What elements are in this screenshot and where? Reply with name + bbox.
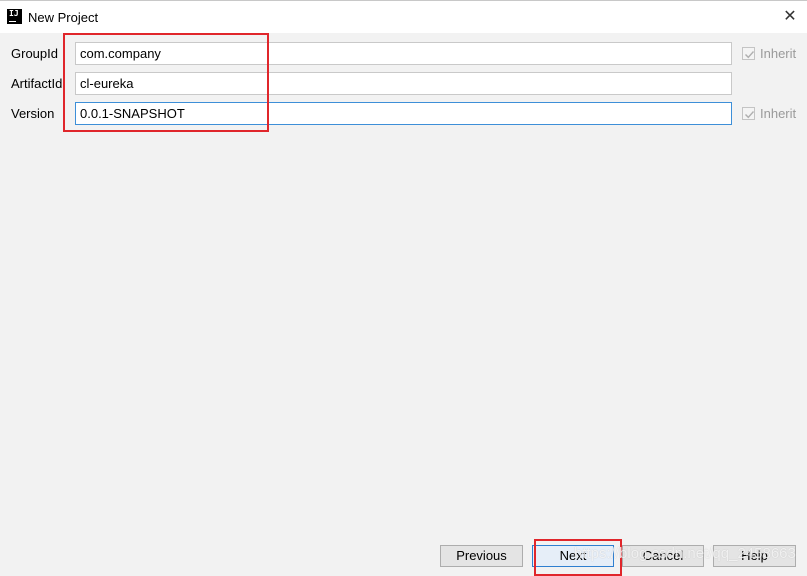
close-icon[interactable]: ✕	[779, 6, 801, 28]
version-inherit-checkbox[interactable]	[742, 107, 755, 120]
group-id-inherit-checkbox[interactable]	[742, 47, 755, 60]
title-bar: IJ New Project ✕	[0, 0, 807, 33]
app-icon-text: IJ	[9, 9, 19, 18]
version-label: Version	[11, 106, 55, 121]
checkmark-icon	[745, 51, 755, 59]
version-inherit-label: Inherit	[760, 106, 797, 121]
next-button[interactable]: Next	[532, 545, 614, 567]
group-id-label: GroupId	[11, 46, 58, 61]
previous-button[interactable]: Previous	[440, 545, 523, 567]
intellij-app-icon: IJ	[7, 9, 22, 24]
artifact-id-label: ArtifactId	[11, 76, 63, 91]
cancel-button[interactable]: Cancel	[622, 545, 704, 567]
group-id-inherit-label: Inherit	[760, 46, 797, 61]
version-input[interactable]	[75, 102, 732, 125]
help-button[interactable]: Help	[713, 545, 796, 567]
new-project-dialog: IJ New Project ✕ GroupId Inherit Artifac…	[0, 0, 807, 576]
checkmark-icon	[745, 111, 755, 119]
window-title: New Project	[28, 10, 99, 25]
group-id-input[interactable]	[75, 42, 732, 65]
artifact-id-input[interactable]	[75, 72, 732, 95]
